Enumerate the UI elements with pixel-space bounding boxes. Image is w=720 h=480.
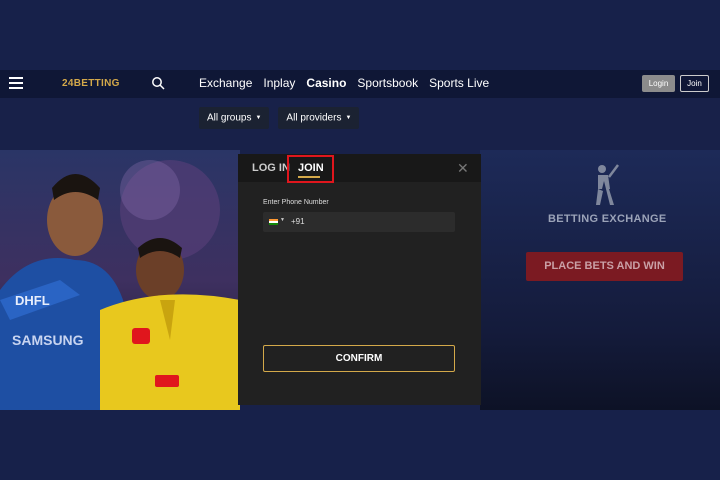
betting-exchange-title: BETTING EXCHANGE [548,213,667,225]
all-providers-label: All providers [286,112,342,124]
join-tab-highlight-box [287,155,334,183]
main-nav: Exchange Inplay Casino Sportsbook Sports… [199,76,489,90]
search-icon[interactable] [151,76,165,90]
cricket-players-illustration: DHFL SAMSUNG [0,160,240,410]
hero-sponsor-text: DHFL [15,293,50,308]
site-header: 24BETTING Exchange Inplay Casino Sportsb… [0,70,720,98]
caret-down-icon: ▼ [345,115,352,121]
cricket-batsman-icon [596,164,619,205]
phone-number-label: Enter Phone Number [263,199,329,206]
caret-down-icon: ▼ [255,115,262,121]
nav-sportsbook[interactable]: Sportsbook [357,76,418,90]
join-button[interactable]: Join [680,75,709,92]
india-flag-icon[interactable] [269,219,278,225]
hero-shirt-text: SAMSUNG [12,332,84,348]
close-icon[interactable]: ✕ [457,161,469,175]
nav-casino[interactable]: Casino [306,76,346,90]
cricket-hero-banner: DHFL SAMSUNG [0,150,240,410]
all-providers-dropdown[interactable]: All providers ▼ [278,107,360,129]
bottom-letterbox [0,410,720,480]
confirm-button[interactable]: CONFIRM [263,345,455,372]
place-bets-button[interactable]: PLACE BETS AND WIN [526,252,683,281]
nav-exchange[interactable]: Exchange [199,76,252,90]
modal-header: LOG IN JOIN ✕ [238,154,481,183]
all-groups-dropdown[interactable]: All groups ▼ [199,107,270,129]
auth-modal: LOG IN JOIN ✕ Enter Phone Number ▼ +91 C… [238,154,481,405]
login-button[interactable]: Login [642,75,675,92]
all-groups-label: All groups [207,112,252,124]
country-caret-icon[interactable]: ▼ [280,217,285,223]
nav-sports-live[interactable]: Sports Live [429,76,489,90]
phone-number-field[interactable]: ▼ +91 [263,212,455,232]
site-logo[interactable]: 24BETTING [62,78,120,89]
country-code: +91 [291,217,305,226]
tab-login[interactable]: LOG IN [252,162,290,174]
casino-filters: All groups ▼ All providers ▼ [199,107,360,129]
top-letterbox [0,0,720,70]
nav-inplay[interactable]: Inplay [263,76,295,90]
hamburger-icon[interactable] [9,77,23,89]
